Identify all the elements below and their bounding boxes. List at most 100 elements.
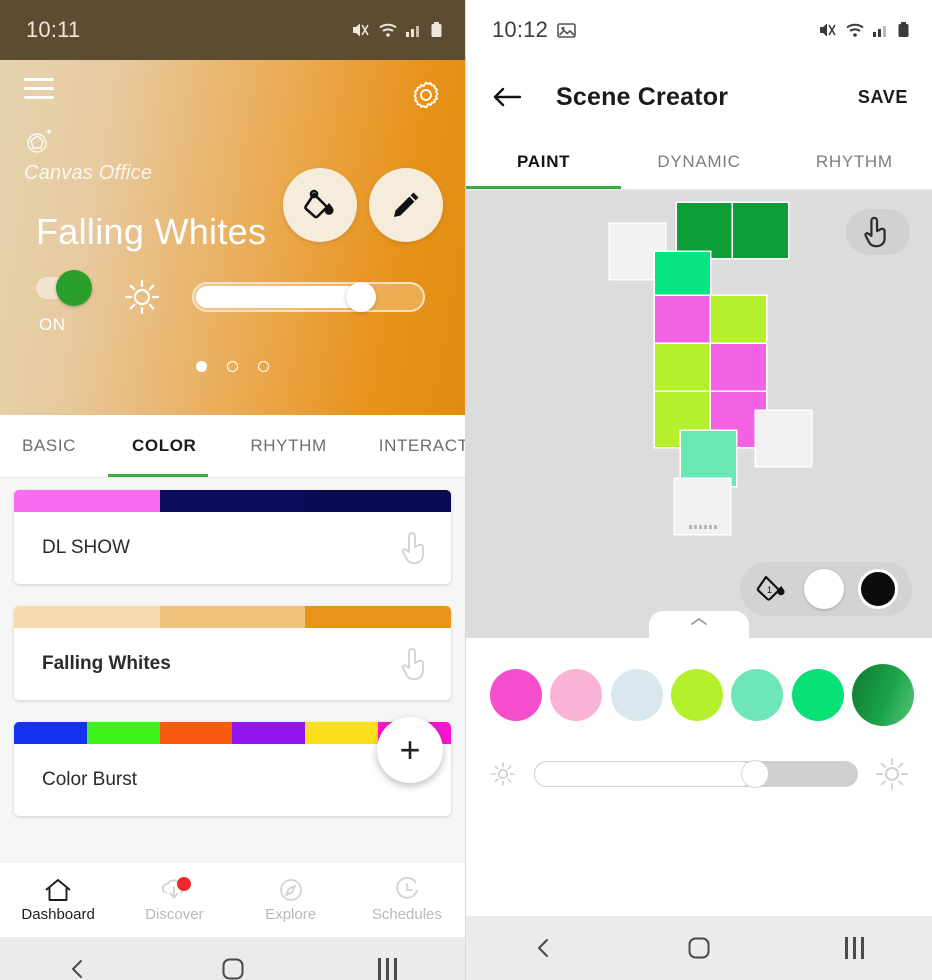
touch-hand-icon[interactable] bbox=[399, 530, 433, 566]
paint-bucket-icon[interactable]: 1 bbox=[754, 572, 790, 606]
tab-rhythm[interactable]: RHYTHM bbox=[250, 436, 326, 456]
scene-color-bar bbox=[14, 490, 451, 512]
battery-icon bbox=[431, 22, 442, 37]
canvas-tile[interactable] bbox=[756, 411, 811, 466]
scene-card-falling-whites[interactable]: Falling Whites bbox=[14, 606, 451, 700]
left-system-nav-bar bbox=[0, 937, 465, 980]
left-tab-bar: BASIC COLOR RHYTHM INTERACTIV bbox=[0, 415, 465, 477]
nav-item-dashboard[interactable]: Dashboard bbox=[0, 877, 116, 923]
canvas-tile[interactable] bbox=[677, 203, 732, 258]
system-recents-button[interactable] bbox=[777, 937, 932, 959]
brightness-knob[interactable] bbox=[346, 282, 377, 312]
battery-icon bbox=[898, 22, 909, 37]
nav-label: Schedules bbox=[371, 905, 442, 923]
save-button[interactable]: SAVE bbox=[858, 87, 908, 108]
palette-swatch-row bbox=[466, 638, 932, 726]
paint-canvas[interactable]: 1 bbox=[466, 191, 932, 639]
canvas-tile[interactable] bbox=[711, 344, 766, 399]
page-dot-3[interactable] bbox=[258, 361, 269, 372]
scene-card-body: DL SHOW bbox=[14, 512, 451, 584]
palette-swatch-pale-blue[interactable] bbox=[610, 669, 663, 721]
white-swatch-button[interactable] bbox=[804, 569, 844, 609]
status-icons bbox=[818, 21, 910, 39]
paint-bucket-icon bbox=[304, 189, 334, 219]
black-swatch-button[interactable] bbox=[858, 569, 898, 609]
canvas-tile[interactable] bbox=[681, 431, 736, 486]
paint-bucket-button[interactable] bbox=[283, 168, 357, 242]
back-arrow-icon[interactable] bbox=[492, 85, 522, 109]
power-toggle-label: ON bbox=[39, 315, 66, 334]
scene-name: Falling Whites bbox=[42, 653, 171, 674]
left-phone-screen: 10:11 Canvas Office Falling Whites ON BA… bbox=[0, 0, 466, 980]
tab-basic[interactable]: BASIC bbox=[22, 436, 76, 456]
brightness-slider-row bbox=[466, 726, 932, 792]
scene-creator-app-bar: Scene Creator SAVE bbox=[466, 60, 932, 134]
system-back-button[interactable] bbox=[466, 936, 621, 960]
edit-button[interactable] bbox=[369, 168, 443, 242]
wifi-icon bbox=[846, 23, 864, 37]
sun-icon bbox=[124, 279, 160, 315]
scene-brightness-slider[interactable] bbox=[534, 760, 858, 788]
status-icons bbox=[351, 21, 443, 39]
touch-hand-icon[interactable] bbox=[399, 646, 433, 682]
nav-label: Discover bbox=[145, 905, 204, 923]
nav-item-explore[interactable]: Explore bbox=[233, 877, 349, 923]
palette-swatch-spring-green[interactable] bbox=[791, 669, 844, 721]
system-back-button[interactable] bbox=[0, 957, 155, 980]
canvas-tile-controller[interactable] bbox=[675, 479, 730, 534]
power-toggle[interactable] bbox=[36, 270, 92, 306]
add-scene-button[interactable]: + bbox=[377, 717, 443, 783]
palette-swatch-green-selected[interactable] bbox=[851, 664, 914, 726]
device-controls-row: ON bbox=[0, 253, 465, 335]
sun-large-icon bbox=[876, 758, 908, 790]
scene-name: DL SHOW bbox=[42, 537, 130, 558]
system-home-button[interactable] bbox=[155, 956, 310, 980]
discover-badge bbox=[176, 876, 191, 891]
tab-dynamic[interactable]: DYNAMIC bbox=[621, 134, 776, 189]
paint-tool-chip: 1 bbox=[740, 562, 912, 616]
brightness-slider[interactable] bbox=[192, 282, 425, 312]
tab-paint[interactable]: PAINT bbox=[466, 134, 621, 189]
page-dot-2[interactable] bbox=[227, 361, 238, 372]
hamburger-menu-icon[interactable] bbox=[24, 78, 54, 105]
home-square-icon bbox=[688, 937, 710, 959]
tab-interactive[interactable]: INTERACTIV bbox=[379, 436, 465, 456]
slider-knob[interactable] bbox=[741, 760, 770, 788]
right-tab-bar: PAINT DYNAMIC RHYTHM bbox=[466, 134, 932, 189]
bucket-count-label: 1 bbox=[767, 585, 772, 595]
nav-item-discover[interactable]: Discover bbox=[116, 876, 232, 923]
color-palette-panel bbox=[466, 638, 932, 848]
clock-icon bbox=[396, 876, 418, 899]
scene-card-dl-show[interactable]: DL SHOW bbox=[14, 490, 451, 584]
tab-color[interactable]: COLOR bbox=[132, 436, 196, 456]
back-chevron-icon bbox=[71, 960, 82, 978]
home-icon bbox=[45, 878, 71, 901]
nav-item-schedules[interactable]: Schedules bbox=[349, 876, 465, 923]
canvas-tile[interactable] bbox=[733, 203, 788, 258]
page-dot-1[interactable] bbox=[196, 361, 207, 372]
signal-icon bbox=[873, 26, 886, 37]
system-recents-button[interactable] bbox=[310, 958, 465, 980]
status-clock: 10:11 bbox=[26, 17, 81, 42]
system-home-button[interactable] bbox=[621, 935, 776, 961]
mute-icon bbox=[353, 23, 369, 37]
header-top-row bbox=[0, 60, 465, 112]
compass-icon bbox=[279, 878, 302, 901]
palette-swatch-mint[interactable] bbox=[731, 669, 784, 721]
canvas-tile[interactable] bbox=[655, 344, 710, 399]
touch-mode-button[interactable] bbox=[846, 209, 910, 255]
scene-list: DL SHOW Falling Whites Color Burst + bbox=[0, 478, 465, 861]
tab-rhythm[interactable]: RHYTHM bbox=[777, 134, 932, 189]
canvas-tile[interactable] bbox=[711, 296, 766, 351]
signal-icon bbox=[406, 26, 419, 37]
recents-bars-icon bbox=[844, 937, 864, 959]
palette-swatch-lime[interactable] bbox=[670, 669, 723, 721]
scene-name: Color Burst bbox=[42, 769, 138, 790]
gear-icon[interactable] bbox=[409, 78, 443, 112]
tab-active-underline bbox=[108, 474, 208, 477]
right-status-bar: 10:12 bbox=[466, 0, 932, 60]
palette-swatch-pink[interactable] bbox=[550, 669, 603, 721]
canvas-tile[interactable] bbox=[655, 296, 710, 351]
palette-pull-handle[interactable] bbox=[649, 611, 749, 639]
palette-swatch-magenta[interactable] bbox=[490, 669, 542, 721]
